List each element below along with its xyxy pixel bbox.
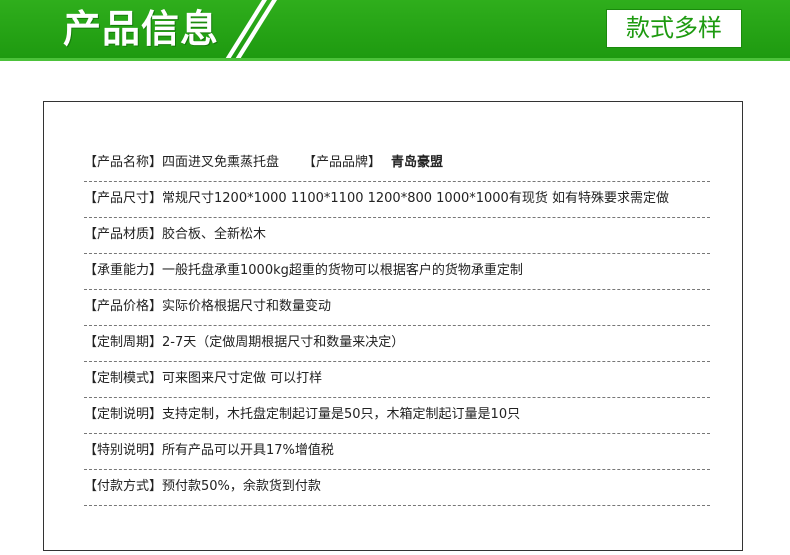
row-label: 【产品名称】 [84, 155, 163, 170]
row-label: 【定制说明】 [84, 407, 163, 422]
info-row-size: 【产品尺寸】常规尺寸1200*1000 1100*1100 1200*800 1… [84, 182, 710, 218]
row-value: 2-7天（定做周期根据尺寸和数量来决定） [162, 335, 405, 350]
row-value: 支持定制，木托盘定制起订量是50只，木箱定制起订量是10只 [162, 407, 521, 422]
banner-accent-line [0, 58, 790, 61]
info-row-product-name: 【产品名称】四面进叉免熏蒸托盘 【产品品牌】 青岛豪盟 [84, 146, 710, 182]
info-row-payment: 【付款方式】预付款50%，余款货到付款 [84, 470, 710, 506]
info-row-load-capacity: 【承重能力】一般托盘承重1000kg超重的货物可以根据客户的货物承重定制 [84, 254, 710, 290]
row-label: 【特别说明】 [84, 443, 163, 458]
info-row-custom-notes: 【定制说明】支持定制，木托盘定制起订量是50只，木箱定制起订量是10只 [84, 398, 710, 434]
header-banner: 产品信息 款式多样 [0, 0, 790, 58]
info-row-special-notes: 【特别说明】所有产品可以开具17%增值税 [84, 434, 710, 470]
row-value: 胶合板、全新松木 [162, 227, 267, 242]
banner-title: 产品信息 [63, 7, 220, 51]
row-label: 【产品材质】 [84, 227, 163, 242]
row-value: 所有产品可以开具17%增值税 [162, 443, 334, 458]
info-row-lead-time: 【定制周期】2-7天（定做周期根据尺寸和数量来决定） [84, 326, 710, 362]
info-row-material: 【产品材质】胶合板、全新松木 [84, 218, 710, 254]
row-value: 可来图来尺寸定做 可以打样 [162, 371, 323, 386]
row-label: 【定制周期】 [84, 335, 163, 350]
row-label: 【产品价格】 [84, 299, 163, 314]
info-row-price: 【产品价格】实际价格根据尺寸和数量变动 [84, 290, 710, 326]
product-info-card: 【产品名称】四面进叉免熏蒸托盘 【产品品牌】 青岛豪盟 【产品尺寸】常规尺寸1200… [43, 101, 743, 551]
row-label: 【产品品牌】 [303, 155, 382, 170]
brand-value: 青岛豪盟 [391, 155, 444, 170]
style-badge: 款式多样 [606, 9, 742, 48]
row-label: 【付款方式】 [84, 479, 163, 494]
row-label: 【承重能力】 [84, 263, 163, 278]
row-label: 【产品尺寸】 [84, 191, 163, 206]
row-value: 实际价格根据尺寸和数量变动 [162, 299, 332, 314]
row-value: 常规尺寸1200*1000 1100*1100 1200*800 1000*10… [162, 191, 669, 206]
row-label: 【定制模式】 [84, 371, 163, 386]
row-value: 一般托盘承重1000kg超重的货物可以根据客户的货物承重定制 [162, 263, 523, 278]
info-row-custom-mode: 【定制模式】可来图来尺寸定做 可以打样 [84, 362, 710, 398]
banner-stripe-decoration [225, 0, 267, 58]
row-value: 四面进叉免熏蒸托盘 [162, 155, 280, 170]
row-value: 预付款50%，余款货到付款 [162, 479, 321, 494]
